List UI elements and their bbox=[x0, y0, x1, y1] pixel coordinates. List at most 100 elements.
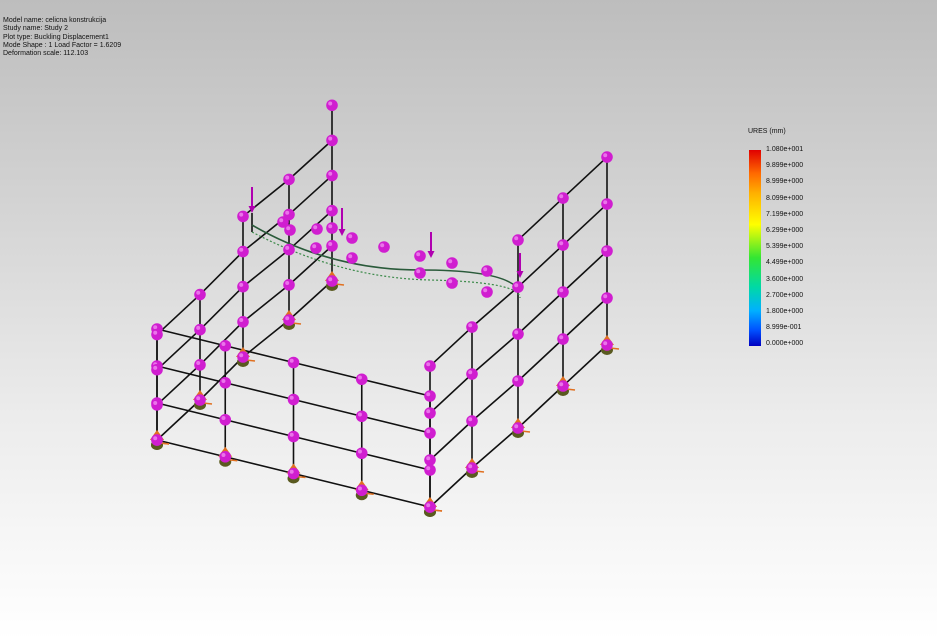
joint-node bbox=[237, 245, 249, 258]
legend-value: 1.080e+001 bbox=[766, 146, 804, 153]
joint-highlight bbox=[603, 247, 608, 252]
joint-node bbox=[283, 279, 295, 291]
joint-node bbox=[355, 410, 368, 423]
joint-highlight bbox=[603, 341, 608, 346]
joint-highlight bbox=[196, 290, 201, 295]
joint-highlight bbox=[426, 409, 431, 414]
joint-highlight bbox=[221, 341, 226, 346]
joint-highlight bbox=[285, 281, 290, 286]
joint-node bbox=[151, 434, 163, 446]
joint-highlight bbox=[448, 279, 453, 284]
joint-highlight bbox=[448, 259, 453, 264]
joint-highlight bbox=[328, 242, 333, 247]
joint-highlight bbox=[285, 316, 290, 321]
joint-highlight bbox=[348, 254, 353, 259]
beam bbox=[156, 329, 201, 371]
joint-node bbox=[414, 250, 426, 262]
joint-node bbox=[557, 333, 569, 345]
joint-highlight bbox=[483, 267, 488, 272]
beam bbox=[156, 402, 226, 421]
joint-node bbox=[512, 422, 524, 434]
joint-node bbox=[283, 243, 295, 256]
joint-node bbox=[414, 267, 426, 279]
joint-node bbox=[355, 373, 368, 386]
joint-highlight bbox=[153, 401, 158, 406]
joint-node bbox=[446, 277, 458, 289]
joint-node bbox=[481, 286, 493, 298]
joint-node bbox=[194, 288, 206, 301]
legend-value: 3.600e+000 bbox=[766, 275, 804, 283]
joint-node bbox=[326, 222, 338, 234]
joint-node bbox=[601, 151, 613, 163]
beam bbox=[293, 398, 362, 418]
joint-node bbox=[557, 380, 569, 392]
joint-node bbox=[237, 210, 249, 223]
beam bbox=[517, 385, 564, 429]
joint-highlight bbox=[239, 353, 244, 358]
joint-highlight bbox=[514, 377, 519, 382]
joint-highlight bbox=[559, 241, 564, 246]
joint-highlight bbox=[153, 436, 158, 441]
joint-highlight bbox=[328, 277, 333, 282]
beam bbox=[471, 333, 519, 375]
joint-highlight bbox=[289, 395, 294, 400]
legend-value: 6.299e+000 bbox=[766, 227, 804, 234]
joint-highlight bbox=[285, 245, 290, 250]
joint-node bbox=[287, 430, 300, 443]
joint-highlight bbox=[153, 330, 158, 335]
joint-node bbox=[601, 198, 613, 210]
joint-highlight bbox=[196, 325, 201, 330]
joint-highlight bbox=[239, 318, 244, 323]
beam bbox=[242, 178, 290, 218]
joint-highlight bbox=[221, 415, 226, 420]
joint-highlight bbox=[426, 392, 431, 397]
joint-node bbox=[237, 351, 249, 363]
joint-node bbox=[151, 399, 163, 411]
joint-highlight bbox=[426, 503, 431, 508]
beam bbox=[562, 297, 608, 340]
joint-node bbox=[601, 292, 613, 304]
joint-node bbox=[466, 368, 478, 380]
joint-highlight bbox=[468, 370, 473, 375]
joint-node bbox=[466, 462, 478, 474]
beam bbox=[517, 244, 564, 288]
joint-node bbox=[219, 413, 232, 426]
joint-highlight bbox=[153, 325, 158, 330]
legend-color-bar bbox=[749, 150, 761, 346]
joint-node bbox=[466, 415, 478, 427]
joint-highlight bbox=[514, 330, 519, 335]
joint-node bbox=[601, 339, 613, 351]
joint-highlight bbox=[426, 456, 431, 461]
beam bbox=[517, 338, 564, 382]
joint-highlight bbox=[426, 429, 431, 434]
joint-node bbox=[310, 242, 322, 254]
legend-value: 8.999e+000 bbox=[766, 178, 804, 186]
joint-node bbox=[326, 134, 338, 147]
joint-node bbox=[277, 216, 289, 228]
beam bbox=[288, 139, 333, 180]
legend-value: 9.899e+000 bbox=[766, 162, 804, 170]
legend-value: 0.000e+000 bbox=[766, 340, 804, 348]
joint-node bbox=[512, 234, 524, 246]
joint-node bbox=[194, 323, 206, 336]
joint-node bbox=[512, 328, 524, 340]
beam bbox=[471, 286, 519, 328]
joint-node bbox=[557, 286, 569, 298]
joint-highlight bbox=[483, 288, 488, 293]
joint-node bbox=[283, 314, 295, 326]
joint-node bbox=[219, 339, 232, 352]
joint-node bbox=[237, 280, 249, 293]
beam bbox=[156, 365, 226, 384]
frame-beams bbox=[156, 105, 608, 508]
beam bbox=[429, 326, 473, 367]
joint-node bbox=[326, 169, 338, 182]
beam bbox=[471, 427, 519, 469]
joint-highlight bbox=[514, 283, 519, 288]
joint-highlight bbox=[514, 424, 519, 429]
model-viewport[interactable] bbox=[0, 0, 937, 640]
beam bbox=[288, 280, 333, 321]
joint-highlight bbox=[559, 382, 564, 387]
beam bbox=[562, 250, 608, 293]
joint-node bbox=[283, 173, 295, 186]
beam bbox=[242, 284, 290, 323]
